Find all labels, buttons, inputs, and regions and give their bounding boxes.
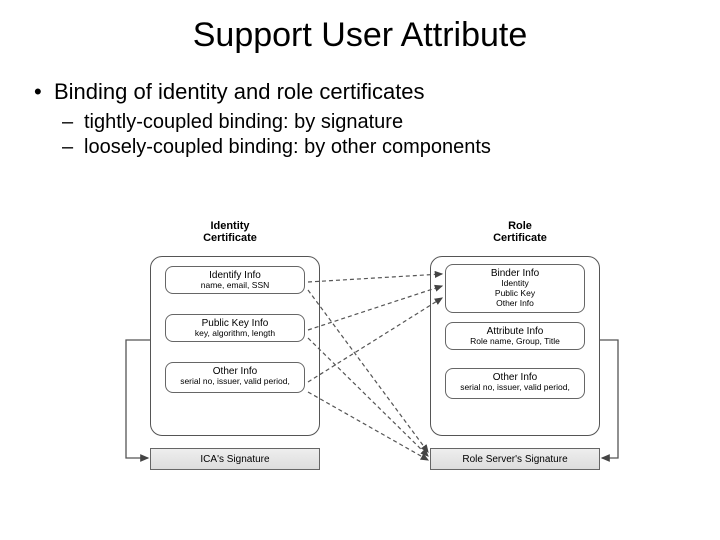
binder-info-sub: IdentityPublic KeyOther Info — [450, 279, 580, 308]
pubkey-info-sub: key, algorithm, length — [170, 329, 300, 338]
role-cert-label-line2: Certificate — [493, 232, 547, 244]
other-info-right-sub: serial no, issuer, valid period, — [450, 383, 580, 392]
identify-info-sub: name, email, SSN — [170, 281, 300, 290]
other-info-left-sub: serial no, issuer, valid period, — [170, 377, 300, 386]
other-info-left-box: Other Info serial no, issuer, valid peri… — [165, 362, 305, 393]
attribute-info-sub: Role name, Group, Title — [450, 337, 580, 346]
bullet-sub-1: tightly-coupled binding: by signature — [84, 111, 690, 134]
role-cert-label-line1: Role — [508, 220, 532, 232]
ica-signature-box: ICA's Signature — [150, 448, 320, 470]
role-server-signature-box: Role Server's Signature — [430, 448, 600, 470]
attribute-info-box: Attribute Info Role name, Group, Title — [445, 322, 585, 350]
identity-cert-label: Identity Certificate — [170, 220, 290, 244]
certificate-diagram: Identity Certificate Role Certificate Id… — [120, 220, 620, 520]
page-title: Support User Attribute — [0, 0, 720, 63]
bullet-sub-2: loosely-coupled binding: by other compon… — [84, 136, 690, 159]
binder-info-box: Binder Info IdentityPublic KeyOther Info — [445, 264, 585, 313]
identify-info-box: Identify Info name, email, SSN — [165, 266, 305, 294]
pubkey-info-box: Public Key Info key, algorithm, length — [165, 314, 305, 342]
bullet-main: Binding of identity and role certificate… — [54, 79, 690, 105]
identity-cert-label-line1: Identity — [210, 220, 249, 232]
role-cert-label: Role Certificate — [460, 220, 580, 244]
bullet-list: Binding of identity and role certificate… — [0, 63, 720, 159]
other-info-right-box: Other Info serial no, issuer, valid peri… — [445, 368, 585, 399]
identity-cert-label-line2: Certificate — [203, 232, 257, 244]
